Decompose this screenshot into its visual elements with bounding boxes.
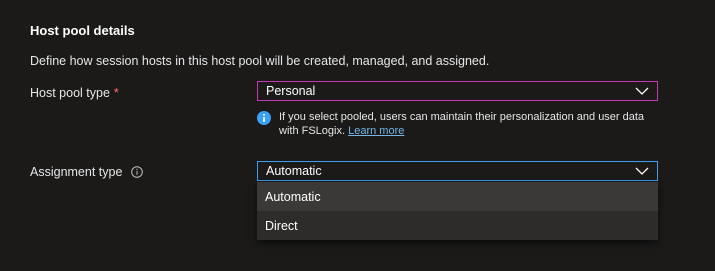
- host-pool-type-value: Personal: [266, 84, 316, 98]
- section-title: Host pool details: [30, 23, 135, 38]
- assignment-type-value: Automatic: [266, 164, 322, 178]
- section-description: Define how session hosts in this host po…: [30, 54, 490, 68]
- dropdown-option-automatic[interactable]: Automatic: [257, 182, 658, 211]
- info-filled-icon: [257, 111, 271, 125]
- assignment-type-label: Assignment type: [30, 165, 144, 179]
- info-circle-icon[interactable]: [131, 166, 144, 178]
- assignment-type-dropdown-list: Automatic Direct: [257, 182, 658, 240]
- chevron-down-icon: [635, 87, 649, 95]
- dropdown-option-direct[interactable]: Direct: [257, 211, 658, 240]
- required-marker: *: [113, 86, 119, 100]
- assignment-type-select[interactable]: Automatic: [257, 161, 658, 181]
- chevron-down-icon: [635, 167, 649, 175]
- info-note-body: If you select pooled, users can maintain…: [279, 111, 645, 137]
- host-pool-details-panel: Host pool details Define how session hos…: [0, 0, 715, 271]
- host-pool-type-info-note: If you select pooled, users can maintain…: [257, 110, 657, 138]
- host-pool-type-select[interactable]: Personal: [257, 81, 658, 101]
- learn-more-link[interactable]: Learn more: [348, 125, 404, 137]
- host-pool-type-label: Host pool type *: [30, 86, 119, 100]
- assignment-type-label-text: Assignment type: [30, 165, 123, 179]
- host-pool-type-label-text: Host pool type: [30, 86, 110, 100]
- info-note-text: If you select pooled, users can maintain…: [279, 110, 657, 138]
